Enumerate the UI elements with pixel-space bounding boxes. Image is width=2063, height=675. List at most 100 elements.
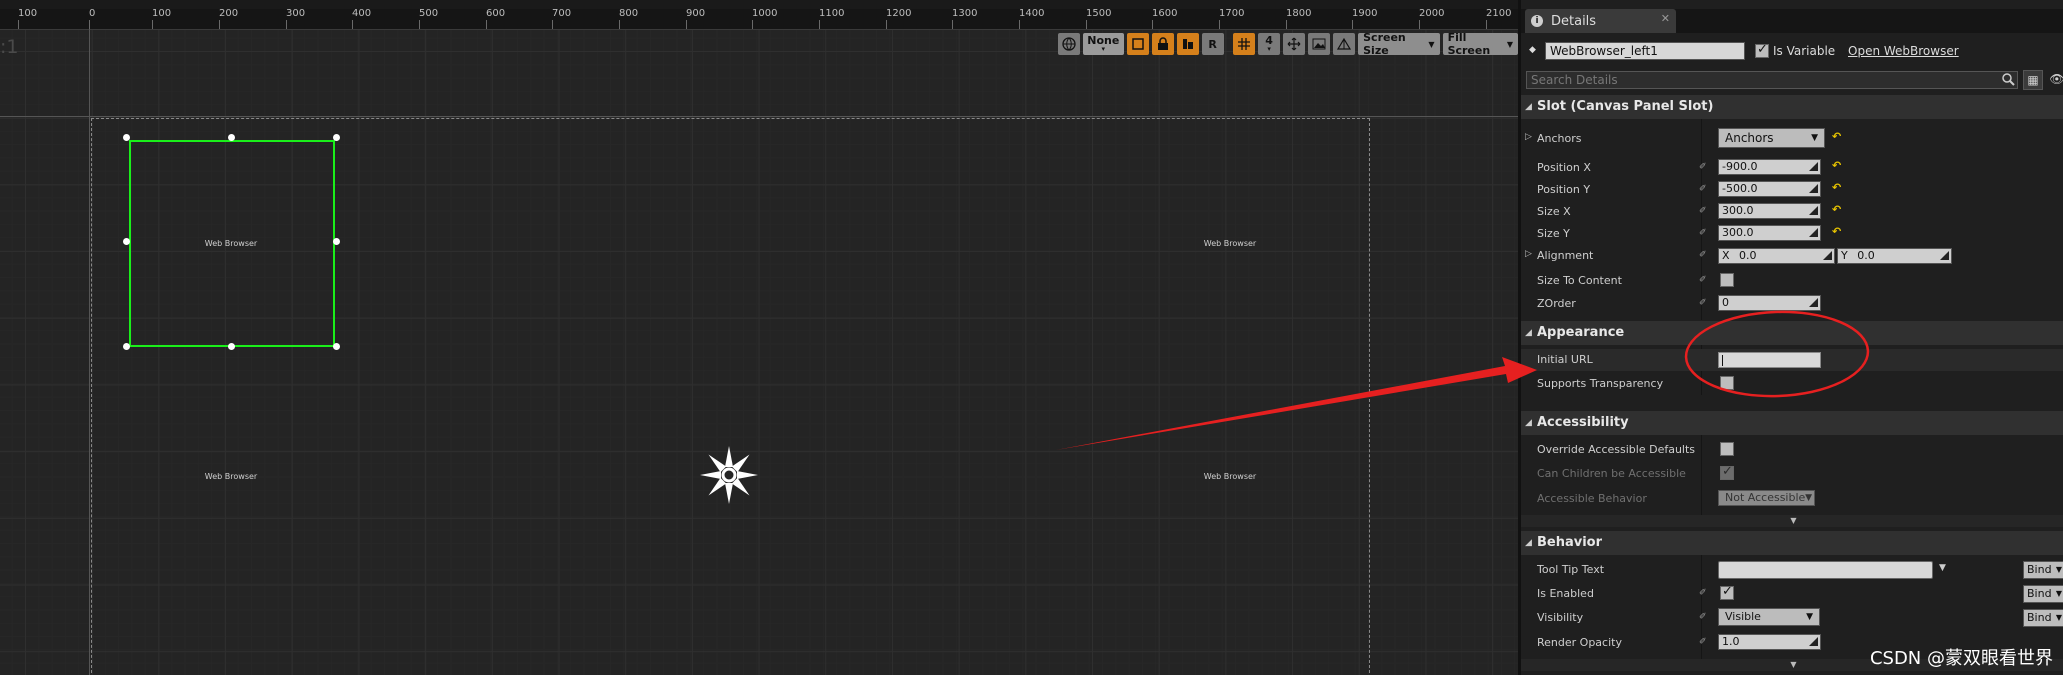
chevron-down-icon: ▼: [1790, 516, 1797, 525]
reset-to-default-icon[interactable]: ↶: [1832, 181, 1841, 194]
none-dropdown[interactable]: None ▾: [1083, 33, 1124, 55]
ruler-tick: 300: [286, 9, 306, 29]
ruler-tick: 700: [552, 9, 572, 29]
alignment-y-field[interactable]: Y 0.0: [1837, 248, 1952, 264]
override-accessible-checkbox[interactable]: [1720, 442, 1734, 456]
binding-icon[interactable]: ✐: [1699, 588, 1707, 598]
reset-to-default-icon[interactable]: ↶: [1832, 130, 1841, 143]
collapse-arrow-icon: ◢: [1525, 538, 1532, 548]
frame-icon[interactable]: [1126, 33, 1149, 55]
grid-snap-icon[interactable]: [1233, 33, 1256, 55]
tab-details[interactable]: i Details ✕: [1525, 9, 1676, 33]
visibility-dropdown[interactable]: Visible ▼: [1718, 608, 1820, 626]
expand-arrow-icon[interactable]: ▷: [1525, 132, 1532, 142]
designer-canvas[interactable]: 100 0 100 200 300 400 500 600 700 800 90…: [0, 0, 1518, 675]
resize-handle[interactable]: [333, 134, 340, 141]
caret-down-icon: ▼: [2055, 565, 2062, 574]
chevron-down-icon[interactable]: ▼: [1939, 563, 1946, 573]
is-enabled-bind-button[interactable]: Bind ▼: [2023, 585, 2063, 603]
search-icon[interactable]: [2002, 73, 2015, 86]
resize-handle[interactable]: [123, 238, 130, 245]
screen-size-dropdown[interactable]: Screen Size ▼: [1358, 31, 1440, 57]
section-slot[interactable]: ◢ Slot (Canvas Panel Slot): [1521, 95, 2063, 119]
tooltip-input[interactable]: [1718, 561, 1933, 579]
binding-icon[interactable]: ✐: [1699, 162, 1707, 172]
r-toggle[interactable]: R: [1201, 33, 1224, 55]
web-browser-label[interactable]: Web Browser: [205, 472, 257, 481]
section-appearance[interactable]: ◢ Appearance: [1521, 321, 2063, 345]
chevron-down-icon: ▾: [1101, 45, 1106, 53]
anchors-dropdown[interactable]: Anchors ▼: [1718, 128, 1825, 148]
chevron-down-icon: ▼: [1790, 660, 1797, 669]
position-x-field[interactable]: -900.0: [1718, 159, 1821, 175]
size-y-value: 300.0: [1722, 226, 1754, 239]
info-icon: i: [1531, 15, 1543, 27]
expand-arrow-icon[interactable]: ▷: [1525, 249, 1532, 259]
initial-url-input[interactable]: [1718, 352, 1821, 368]
anchors-value: Anchors: [1725, 131, 1774, 145]
override-accessible-label: Override Accessible Defaults: [1537, 443, 1696, 456]
tooltip-bind-button[interactable]: Bind ▼: [2023, 561, 2063, 579]
binding-icon[interactable]: ✐: [1699, 612, 1707, 622]
binding-icon[interactable]: ✐: [1699, 637, 1707, 647]
web-browser-label[interactable]: Web Browser: [1204, 239, 1256, 248]
binding-icon[interactable]: ✐: [1699, 206, 1707, 216]
binding-icon[interactable]: ✐: [1699, 228, 1707, 238]
render-opacity-value: 1.0: [1722, 635, 1740, 648]
warning-icon[interactable]: [1333, 33, 1356, 55]
image-icon[interactable]: [1308, 33, 1331, 55]
ruler-tick: 1800: [1286, 9, 1312, 29]
size-y-field[interactable]: 300.0: [1718, 225, 1821, 241]
eye-icon[interactable]: 👁: [2047, 70, 2063, 90]
resize-handle[interactable]: [123, 343, 130, 350]
size-to-content-checkbox[interactable]: [1720, 273, 1734, 287]
binding-icon[interactable]: ✐: [1699, 298, 1707, 308]
ruler-tick: 600: [486, 9, 506, 29]
alignment-y-value: 0.0: [1857, 249, 1875, 262]
drag-handle-icon: [1809, 298, 1818, 307]
is-variable-checkbox[interactable]: [1755, 42, 1769, 58]
drag-handle-icon: [1809, 184, 1818, 193]
resize-handle[interactable]: [123, 134, 130, 141]
web-browser-label[interactable]: Web Browser: [1204, 472, 1256, 481]
alignment-label: Alignment: [1537, 249, 1594, 262]
advanced-expander[interactable]: ▼: [1521, 515, 2063, 527]
section-behavior[interactable]: ◢ Behavior: [1521, 531, 2063, 555]
binding-icon[interactable]: ✐: [1699, 275, 1707, 285]
is-enabled-checkbox[interactable]: [1720, 584, 1734, 600]
resize-handle[interactable]: [333, 238, 340, 245]
lock-icon[interactable]: [1151, 33, 1174, 55]
globe-icon[interactable]: [1058, 33, 1080, 55]
is-enabled-label: Is Enabled: [1537, 587, 1594, 600]
fill-screen-dropdown[interactable]: Fill Screen ▼: [1442, 31, 1518, 57]
reset-to-default-icon[interactable]: ↶: [1832, 159, 1841, 172]
binding-icon[interactable]: ✐: [1699, 184, 1707, 194]
grid-size-dropdown[interactable]: 4 ▾: [1258, 33, 1281, 55]
move-icon[interactable]: [1283, 33, 1306, 55]
resize-handle[interactable]: [228, 343, 235, 350]
supports-transparency-checkbox[interactable]: [1720, 376, 1734, 390]
zorder-field[interactable]: 0: [1718, 295, 1821, 311]
size-x-row: Size X ✐ 300.0 ↶: [1521, 201, 2063, 223]
resize-handle[interactable]: [228, 134, 235, 141]
reset-to-default-icon[interactable]: ↶: [1832, 225, 1841, 238]
is-variable-label: Is Variable: [1773, 44, 1836, 58]
snap-icon[interactable]: [1176, 33, 1199, 55]
render-opacity-field[interactable]: 1.0: [1718, 634, 1821, 650]
reset-to-default-icon[interactable]: ↶: [1832, 203, 1841, 216]
property-matrix-icon[interactable]: ▦: [2023, 70, 2043, 90]
alignment-x-field[interactable]: X 0.0: [1718, 248, 1835, 264]
position-y-field[interactable]: -500.0: [1718, 181, 1821, 197]
widget-name-input[interactable]: WebBrowser_left1: [1545, 42, 1745, 60]
binding-icon[interactable]: ✐: [1699, 250, 1707, 260]
ruler-tick: 2100: [1486, 9, 1512, 29]
size-x-field[interactable]: 300.0: [1718, 203, 1821, 219]
web-browser-label[interactable]: Web Browser: [205, 239, 257, 248]
resize-handle[interactable]: [333, 343, 340, 350]
open-webbrowser-link[interactable]: Open WebBrowser: [1848, 44, 1959, 58]
is-enabled-row: Is Enabled ✐ Bind▼: [1521, 583, 2063, 605]
search-details-input[interactable]: Search Details: [1526, 71, 2018, 89]
close-icon[interactable]: ✕: [1661, 12, 1670, 25]
section-accessibility[interactable]: ◢ Accessibility: [1521, 411, 2063, 435]
visibility-bind-button[interactable]: Bind ▼: [2023, 609, 2063, 627]
